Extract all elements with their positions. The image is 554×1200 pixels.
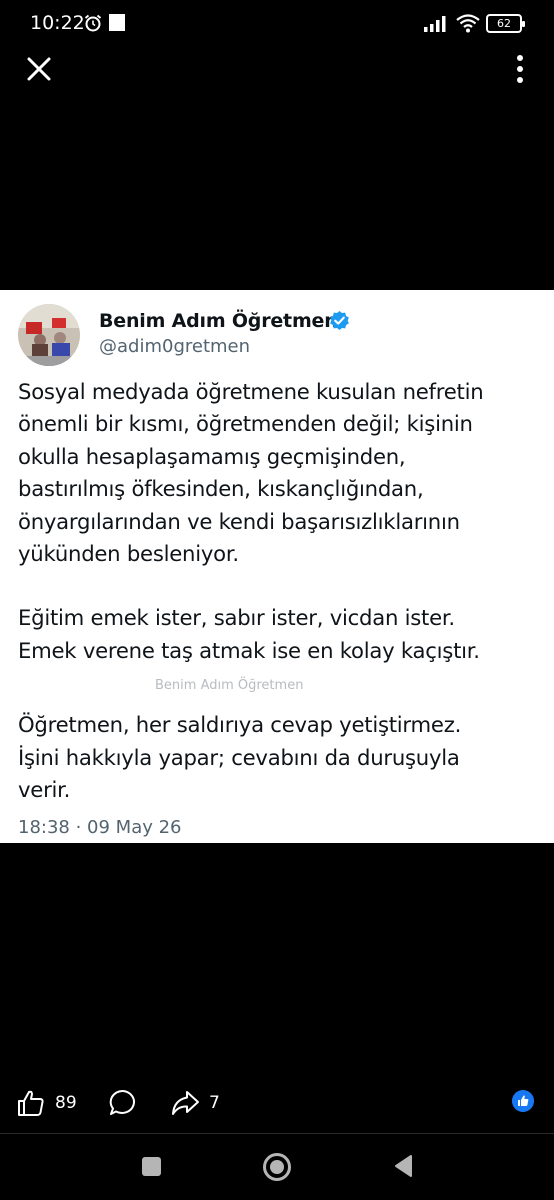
avatar[interactable] <box>18 304 80 366</box>
tweet-paragraph-2: Eğitim emek ister, sabır ister, vicdan i… <box>18 605 480 663</box>
tweet-card: Benim Adım Öğretmen @adim0gretmen Sosyal… <box>0 290 554 843</box>
tweet-text: Sosyal medyada öğretmene kusulan nefreti… <box>18 376 542 806</box>
like-count: 89 <box>55 1093 77 1113</box>
back-button[interactable] <box>393 1154 413 1178</box>
wifi-icon <box>456 14 480 33</box>
share-arrow-icon <box>172 1091 199 1115</box>
alarm-clock-icon <box>84 14 102 32</box>
comment-button[interactable] <box>108 1086 138 1120</box>
recent-apps-button[interactable] <box>142 1157 161 1176</box>
like-button[interactable]: 89 <box>16 1086 77 1120</box>
tweet-paragraph-3: Öğretmen, her saldırıya cevap yetiştirme… <box>18 712 462 803</box>
close-icon[interactable] <box>24 54 54 84</box>
author-handle[interactable]: @adim0gretmen <box>99 336 250 357</box>
author-name[interactable]: Benim Adım Öğretmen <box>99 310 338 332</box>
battery-tip <box>522 21 525 27</box>
tweet-paragraph-1: Sosyal medyada öğretmene kusulan nefreti… <box>18 379 484 567</box>
tweet-timestamp: 18:38 · 09 May 26 <box>18 817 182 838</box>
status-time: 10:22 <box>30 12 85 34</box>
system-nav-bar <box>0 1134 554 1200</box>
signal-icon <box>424 16 446 32</box>
thumbs-up-icon <box>18 1090 44 1116</box>
more-options-icon[interactable] <box>510 52 530 86</box>
action-bar: 89 7 <box>0 1082 554 1126</box>
home-button[interactable] <box>262 1152 292 1182</box>
status-bar: 10:22 62 <box>0 0 554 46</box>
like-reaction-icon <box>512 1090 534 1112</box>
battery-level: 62 <box>497 17 511 30</box>
share-button[interactable]: 7 <box>170 1086 220 1120</box>
watermark: Benim Adım Öğretmen <box>155 678 304 693</box>
battery-icon: 62 <box>486 14 525 33</box>
verified-badge-icon <box>330 310 349 331</box>
comment-icon <box>109 1089 135 1115</box>
share-count: 7 <box>209 1093 220 1113</box>
notification-icon <box>109 14 125 31</box>
